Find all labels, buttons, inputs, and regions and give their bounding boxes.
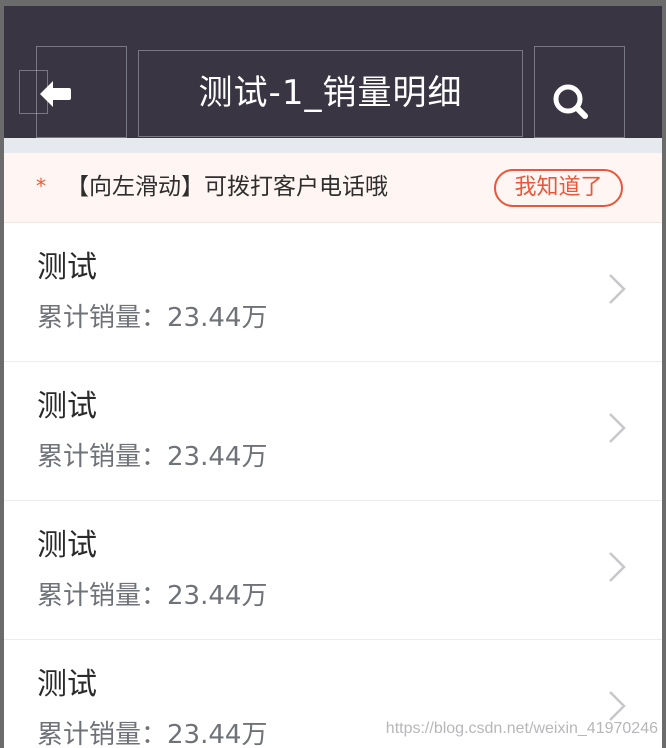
app-screen: 测试-1_销量明细 * 【向左滑动】可拨打客户电话哦 我知道了 测试 累计销量：… bbox=[0, 0, 666, 748]
sales-label: 累计销量： bbox=[37, 442, 168, 472]
list-item[interactable]: 测试 累计销量：23.44万 bbox=[4, 362, 662, 501]
notice-asterisk: * bbox=[36, 174, 46, 198]
sales-label: 累计销量： bbox=[37, 303, 168, 333]
item-name: 测试 bbox=[37, 389, 97, 424]
sales-value: 23.44万 bbox=[167, 303, 268, 333]
page-title: 测试-1_销量明细 bbox=[198, 73, 463, 113]
top-nav-bar: 测试-1_销量明细 bbox=[4, 0, 662, 138]
swipe-tip-banner: * 【向左滑动】可拨打客户电话哦 我知道了 bbox=[4, 153, 662, 223]
item-sales: 累计销量：23.44万 bbox=[37, 438, 267, 476]
item-name: 测试 bbox=[37, 667, 97, 702]
chevron-right-icon bbox=[609, 552, 626, 582]
item-name: 测试 bbox=[37, 250, 97, 285]
item-name: 测试 bbox=[37, 528, 97, 563]
item-sales: 累计销量：23.44万 bbox=[37, 299, 267, 337]
chevron-right-icon bbox=[609, 691, 626, 721]
chevron-right-icon bbox=[609, 274, 626, 304]
item-sales: 累计销量：23.44万 bbox=[37, 716, 267, 748]
header-divider bbox=[4, 138, 662, 153]
search-icon[interactable] bbox=[552, 82, 590, 120]
watermark-text: https://blog.csdn.net/weixin_41970246 bbox=[385, 720, 658, 737]
notice-text: 【向左滑动】可拨打客户电话哦 bbox=[66, 174, 388, 200]
arrow-left-icon[interactable] bbox=[38, 79, 72, 109]
list-item[interactable]: 测试 累计销量：23.44万 bbox=[4, 501, 662, 640]
list-item[interactable]: 测试 累计销量：23.44万 bbox=[4, 223, 662, 362]
item-sales: 累计销量：23.44万 bbox=[37, 577, 267, 615]
got-it-button[interactable]: 我知道了 bbox=[494, 169, 623, 207]
sales-value: 23.44万 bbox=[167, 442, 268, 472]
sales-value: 23.44万 bbox=[167, 720, 268, 748]
sales-label: 累计销量： bbox=[37, 720, 168, 748]
sales-value: 23.44万 bbox=[167, 581, 268, 611]
chevron-right-icon bbox=[609, 413, 626, 443]
sales-label: 累计销量： bbox=[37, 581, 168, 611]
